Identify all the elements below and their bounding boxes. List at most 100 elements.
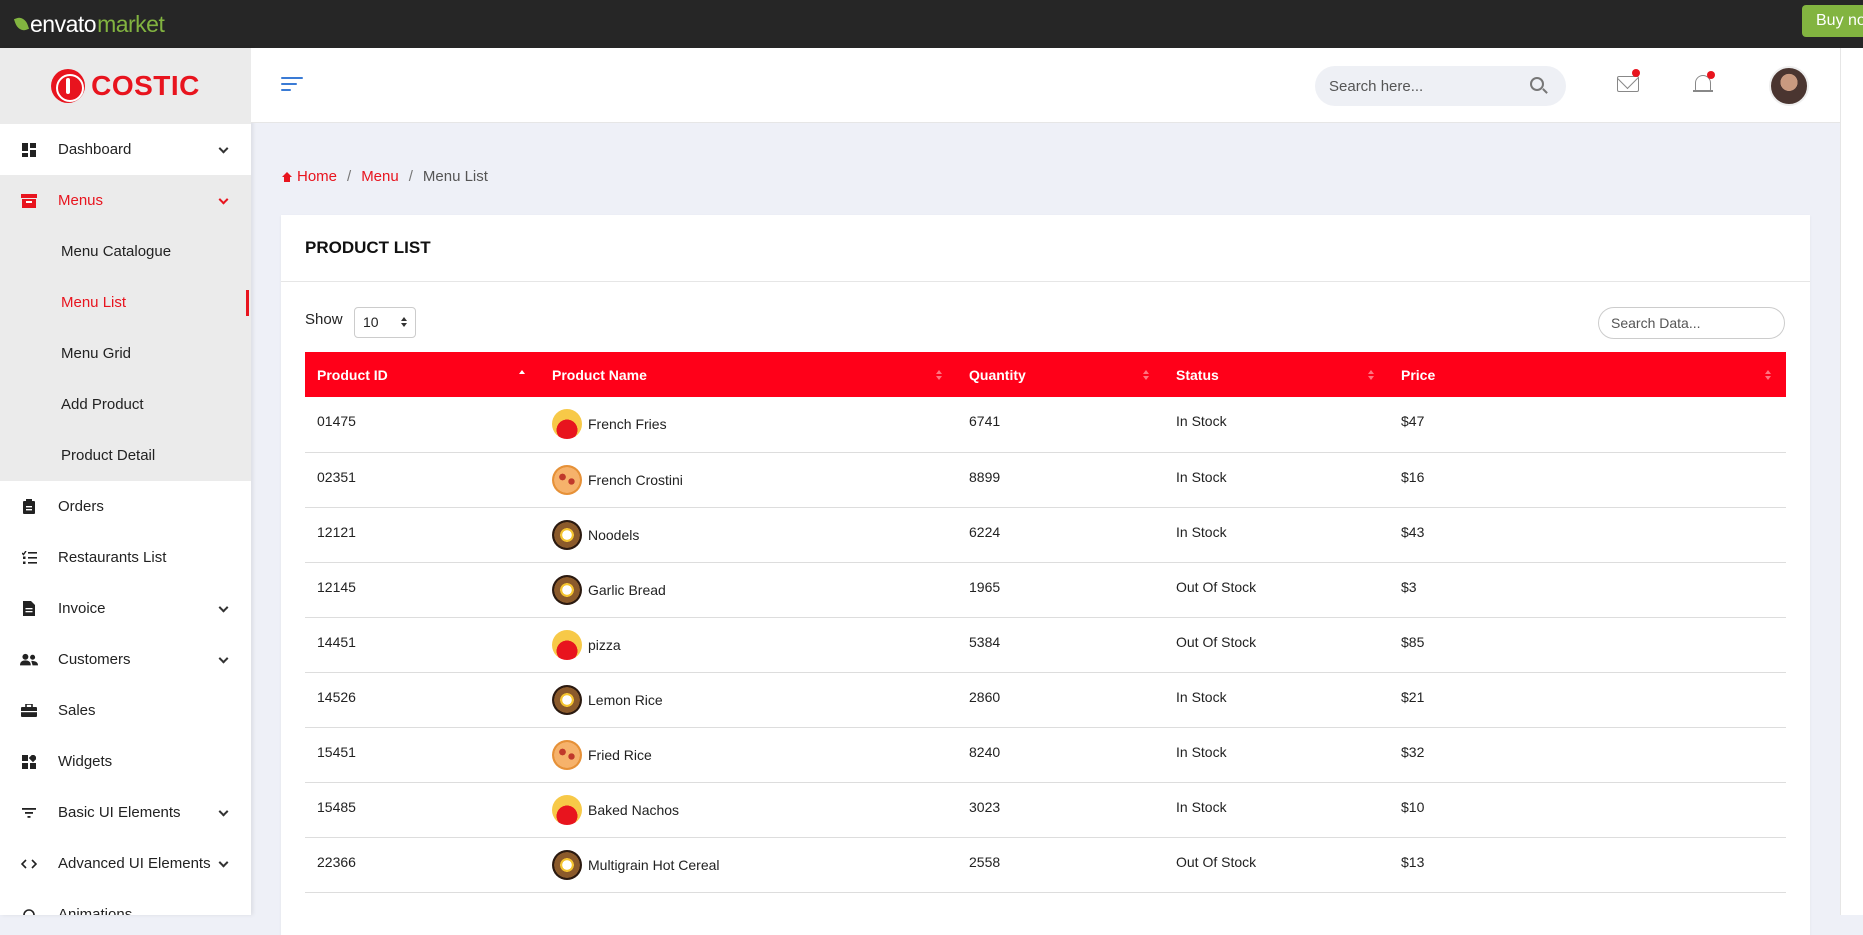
sidebar-item-invoice[interactable]: Invoice xyxy=(0,583,251,634)
sidebar-subitem-add-product[interactable]: Add Product xyxy=(0,379,251,430)
menu-toggle-icon[interactable] xyxy=(281,77,303,93)
settings-panel-edge[interactable] xyxy=(1840,48,1863,915)
sidebar-nav: Dashboard Menus Menu Catalogue Menu List Men… xyxy=(0,124,251,915)
product-name[interactable]: Fried Rice xyxy=(588,747,652,763)
cell-status: In Stock xyxy=(1176,798,1227,815)
product-name[interactable]: Noodels xyxy=(588,527,639,543)
sidebar-item-sales[interactable]: Sales xyxy=(0,685,251,736)
cell-product-id: 14451 xyxy=(317,633,356,650)
cell-status: In Stock xyxy=(1176,468,1227,485)
sidebar-item-label: Menus xyxy=(58,192,104,209)
show-entries-select[interactable]: 10 xyxy=(354,307,416,338)
table-row[interactable]: 01475 French Fries 6741 In Stock $47 xyxy=(305,397,1786,452)
table-row[interactable]: 15451 Fried Rice 8240 In Stock $32 xyxy=(305,727,1786,782)
table-row[interactable]: 14526 Lemon Rice 2860 In Stock $21 xyxy=(305,672,1786,727)
table-row[interactable]: 12145 Garlic Bread 1965 Out Of Stock $3 xyxy=(305,562,1786,617)
chevron-down-icon xyxy=(218,806,229,817)
brand-name: COSTIC xyxy=(91,70,200,101)
table-row[interactable]: 14451 pizza 5384 Out Of Stock $85 xyxy=(305,617,1786,672)
cell-product-id: 02351 xyxy=(317,468,356,485)
column-header-quantity[interactable]: Quantity xyxy=(957,352,1164,397)
column-header-status[interactable]: Status xyxy=(1164,352,1389,397)
table-row[interactable]: 22366 Multigrain Hot Cereal 2558 Out Of Sto… xyxy=(305,837,1786,892)
sidebar-item-advanced-ui-elements[interactable]: Advanced UI Elements xyxy=(0,838,251,889)
product-name[interactable]: Multigrain Hot Cereal xyxy=(588,857,720,873)
mail-icon[interactable] xyxy=(1617,69,1640,92)
sort-icon xyxy=(1368,370,1375,382)
buy-now-button[interactable]: Buy now xyxy=(1802,5,1863,37)
header-search-input[interactable] xyxy=(1329,77,1519,95)
widgets-icon xyxy=(20,753,38,771)
user-avatar[interactable] xyxy=(1769,66,1809,106)
breadcrumb-menu[interactable]: Menu xyxy=(361,168,399,185)
chevron-down-icon xyxy=(218,602,229,613)
sidebar-subitem-menu-list[interactable]: Menu List xyxy=(0,277,251,328)
breadcrumb-separator: / xyxy=(347,168,352,185)
sidebar-item-label: Basic UI Elements xyxy=(58,804,181,821)
product-name[interactable]: pizza xyxy=(588,637,621,653)
cell-product-name: Fried Rice xyxy=(540,727,957,782)
cell-status: In Stock xyxy=(1176,413,1227,429)
sidebar-item-basic-ui-elements[interactable]: Basic UI Elements xyxy=(0,787,251,838)
dashboard-icon xyxy=(20,141,38,159)
select-arrows-icon xyxy=(401,317,407,329)
leaf-icon xyxy=(13,15,30,33)
envato-brand-suffix: market xyxy=(97,10,165,37)
animation-icon xyxy=(20,906,38,915)
cell-quantity: 8899 xyxy=(969,468,1001,485)
table-row[interactable]: 12121 Noodels 6224 In Stock $43 xyxy=(305,507,1786,562)
top-header xyxy=(251,48,1840,123)
product-thumbnail xyxy=(552,464,582,495)
product-name[interactable]: French Fries xyxy=(588,416,667,432)
sidebar-item-dashboard[interactable]: Dashboard xyxy=(0,124,251,175)
breadcrumb-separator: / xyxy=(408,168,413,185)
cell-status: Out Of Stock xyxy=(1176,578,1257,595)
product-thumbnail xyxy=(552,684,582,715)
table-search-input[interactable] xyxy=(1598,307,1785,339)
product-thumbnail xyxy=(552,409,582,439)
brand-logo[interactable]: COSTIC xyxy=(0,48,251,124)
breadcrumb-home[interactable]: Home xyxy=(297,168,337,185)
chevron-down-icon xyxy=(218,194,229,205)
sidebar-item-customers[interactable]: Customers xyxy=(0,634,251,685)
sidebar-item-menus[interactable]: Menus xyxy=(0,175,251,226)
sidebar-subitem-product-detail[interactable]: Product Detail xyxy=(0,430,251,481)
document-icon xyxy=(20,600,38,618)
table-row[interactable]: 02351 French Crostini 8899 In Stock $16 xyxy=(305,452,1786,507)
envato-logo[interactable]: envato market xyxy=(13,10,165,38)
product-name[interactable]: Lemon Rice xyxy=(588,692,663,708)
cell-quantity: 2860 xyxy=(969,688,1001,705)
sidebar-item-widgets[interactable]: Widgets xyxy=(0,736,251,787)
chevron-down-icon xyxy=(218,653,229,664)
product-table: Product ID Product Name Quantity Status … xyxy=(305,352,1786,893)
cell-status: In Stock xyxy=(1176,523,1227,540)
sidebar-subitem-menu-grid[interactable]: Menu Grid xyxy=(0,328,251,379)
product-name[interactable]: Garlic Bread xyxy=(588,582,666,598)
sidebar-item-label: Customers xyxy=(58,651,131,668)
mail-notification-dot xyxy=(1632,69,1640,77)
cell-price: $3 xyxy=(1401,578,1417,595)
cell-product-id: 12121 xyxy=(317,523,356,540)
column-header-product-name[interactable]: Product Name xyxy=(540,352,957,397)
product-name[interactable]: French Crostini xyxy=(588,472,683,488)
envato-topbar: envatomarket Buy now xyxy=(0,0,1863,48)
home-icon xyxy=(282,172,292,182)
sidebar-subitem-menu-catalogue[interactable]: Menu Catalogue xyxy=(0,226,251,277)
table-body: 01475 French Fries 6741 In Stock $47 02351 Fre… xyxy=(305,397,1786,892)
bell-icon[interactable] xyxy=(1693,71,1715,95)
sidebar-item-restaurants-list[interactable]: Restaurants List xyxy=(0,532,251,583)
sidebar-item-orders[interactable]: Orders xyxy=(0,481,251,532)
sidebar-item-animations[interactable]: Animations xyxy=(0,889,251,915)
product-name[interactable]: Baked Nachos xyxy=(588,802,679,818)
cell-price: $43 xyxy=(1401,523,1425,540)
sidebar-item-label: Orders xyxy=(58,498,104,515)
filter-icon xyxy=(20,804,38,822)
search-icon[interactable] xyxy=(1530,77,1544,91)
cell-quantity: 3023 xyxy=(969,798,1001,815)
cell-product-id: 14526 xyxy=(317,688,356,705)
column-header-price[interactable]: Price xyxy=(1389,352,1786,397)
cell-product-name: pizza xyxy=(540,617,957,672)
column-header-product-id[interactable]: Product ID xyxy=(305,352,540,397)
product-thumbnail xyxy=(552,574,582,605)
table-row[interactable]: 15485 Baked Nachos 3023 In Stock $10 xyxy=(305,782,1786,837)
